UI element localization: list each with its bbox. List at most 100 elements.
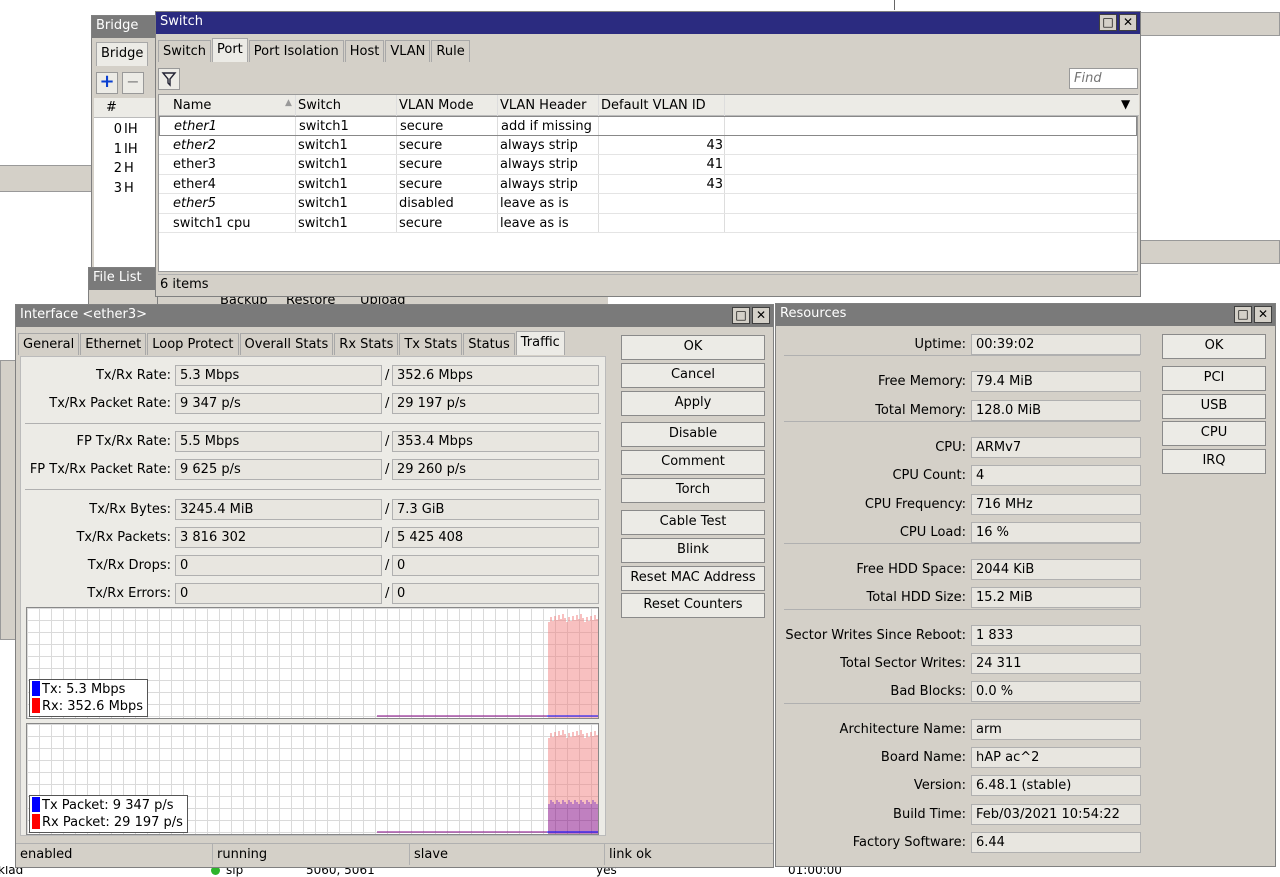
- reset-mac-address-button[interactable]: Reset MAC Address: [621, 566, 765, 591]
- tab-traffic[interactable]: Traffic: [515, 331, 565, 355]
- bridge-row-flags: H: [124, 161, 134, 176]
- port-vlan-mode: secure: [399, 176, 443, 192]
- tab-bridge[interactable]: Bridge: [96, 42, 149, 66]
- res-value-factory-software: 6.44: [971, 831, 1141, 853]
- res-ok-button[interactable]: OK: [1162, 334, 1266, 359]
- remove-icon[interactable]: −: [122, 72, 144, 94]
- status-running: running: [212, 843, 409, 865]
- cable-test-button[interactable]: Cable Test: [621, 510, 765, 535]
- tab-general[interactable]: General: [18, 333, 80, 355]
- res-label-cpu-frequency: CPU Frequency:: [864, 496, 966, 512]
- stat-rx-tx-rx-errors: 0: [392, 583, 599, 604]
- col-vlan-mode[interactable]: VLAN Mode: [399, 98, 474, 113]
- table-row[interactable]: 0 IH: [94, 120, 160, 140]
- col-default-vlan-id[interactable]: Default VLAN ID: [601, 98, 706, 113]
- torch-button[interactable]: Torch: [621, 478, 765, 503]
- port-switch: switch1: [298, 176, 348, 192]
- table-row[interactable]: switch1 cpu switch1 secure leave as is: [159, 214, 1137, 233]
- table-row[interactable]: 3H: [94, 179, 160, 199]
- close-icon[interactable]: ✕: [1254, 306, 1272, 323]
- res-value-version: 6.48.1 (stable): [971, 775, 1141, 797]
- background-panel-left: [0, 165, 92, 192]
- res-label-total-sector-writes: Total Sector Writes:: [840, 656, 966, 671]
- stat-rx-tx-rx-rate: 352.6 Mbps: [392, 365, 599, 386]
- find-input[interactable]: [1069, 68, 1138, 89]
- maximize-icon[interactable]: □: [1099, 14, 1117, 31]
- interface-window: Interface <ether3> □ ✕ General Ethernet Lo…: [15, 304, 774, 868]
- res-label-cpu-count: CPU Count:: [892, 468, 966, 484]
- disable-button[interactable]: Disable: [621, 422, 765, 447]
- ok-button[interactable]: OK: [621, 335, 765, 360]
- port-switch: switch1: [299, 119, 349, 134]
- res-pci-button[interactable]: PCI: [1162, 366, 1266, 391]
- stat-label-tx-rx-bytes: Tx/Rx Bytes:: [89, 502, 171, 517]
- tab-host[interactable]: Host: [344, 40, 385, 62]
- blink-button[interactable]: Blink: [621, 538, 765, 563]
- resources-window: Resources □ ✕ Uptime: 00:39:02 Free Memory…: [775, 303, 1276, 867]
- apply-button[interactable]: Apply: [621, 391, 765, 416]
- tab-tx-stats[interactable]: Tx Stats: [399, 333, 463, 355]
- group-separator: [784, 608, 1140, 610]
- port-vlan-mode: secure: [399, 157, 443, 172]
- port-vlan-header: leave as is: [500, 196, 569, 211]
- port-vlan-header: leave as is: [500, 215, 569, 231]
- table-row[interactable]: 1 IH: [94, 140, 160, 160]
- add-icon[interactable]: +: [96, 72, 118, 94]
- port-default-vlan-id: 43: [706, 137, 723, 153]
- port-name: switch1 cpu: [173, 215, 251, 231]
- comment-button[interactable]: Comment: [621, 450, 765, 475]
- stat-label-fp-tx-rx-rate: FP Tx/Rx Rate:: [76, 434, 171, 449]
- tab-ethernet[interactable]: Ethernet: [80, 333, 147, 355]
- tab-rule[interactable]: Rule: [431, 40, 470, 62]
- maximize-icon[interactable]: □: [732, 307, 750, 324]
- table-row[interactable]: 2H: [94, 159, 160, 179]
- close-icon[interactable]: ✕: [752, 307, 770, 324]
- tab-port[interactable]: Port: [211, 38, 248, 62]
- tab-rx-stats[interactable]: Rx Stats: [334, 333, 399, 355]
- maximize-icon[interactable]: □: [1234, 306, 1252, 323]
- res-irq-button[interactable]: IRQ: [1162, 449, 1266, 474]
- col-switch[interactable]: Switch: [298, 98, 341, 113]
- slash: /: [385, 396, 390, 411]
- column-menu-icon[interactable]: ▼: [1121, 97, 1130, 111]
- res-value-bad-blocks: 0.0 %: [971, 681, 1141, 703]
- close-icon[interactable]: ✕: [1119, 14, 1137, 31]
- res-label-board-name: Board Name:: [880, 749, 966, 765]
- cancel-button[interactable]: Cancel: [621, 363, 765, 388]
- tab-switch[interactable]: Switch: [158, 40, 211, 62]
- filter-icon[interactable]: [158, 68, 180, 90]
- res-label-cpu: CPU:: [935, 439, 966, 455]
- res-value-build-time: Feb/03/2021 10:54:22: [971, 803, 1141, 825]
- stat-label-tx-rx-errors: Tx/Rx Errors:: [87, 586, 171, 601]
- tab-loop-protect[interactable]: Loop Protect: [147, 333, 239, 355]
- col-name[interactable]: Name: [173, 98, 211, 113]
- tab-status[interactable]: Status: [463, 333, 515, 355]
- stat-tx-fp-tx-rx-rate: 5.5 Mbps: [175, 431, 382, 452]
- bridge-row-flags: H: [124, 180, 134, 196]
- table-row[interactable]: ether5 switch1 disabled leave as is: [159, 194, 1137, 214]
- stat-tx-tx-rx-bytes: 3245.4 MiB: [175, 499, 382, 520]
- port-switch: switch1: [298, 196, 348, 211]
- stat-rx-fp-tx-rx-packet-rate: 29 260 p/s: [392, 459, 599, 480]
- file-list-title: File List: [89, 268, 157, 290]
- res-usb-button[interactable]: USB: [1162, 394, 1266, 419]
- table-row[interactable]: ether3 switch1 secure always strip 41: [159, 155, 1137, 175]
- tx-packet-legend: Tx Packet: 9 347 p/s: [42, 798, 174, 813]
- col-vlan-header[interactable]: VLAN Header: [500, 98, 587, 113]
- table-row[interactable]: ether1 switch1 secure add if missing: [159, 116, 1137, 136]
- packet-graph: Tx Packet: 9 347 p/s Rx Packet: 29 197 p…: [26, 723, 599, 835]
- reset-counters-button[interactable]: Reset Counters: [621, 593, 765, 618]
- table-row[interactable]: ether4 switch1 secure always strip 43: [159, 175, 1137, 194]
- stat-tx-tx-rx-rate: 5.3 Mbps: [175, 365, 382, 386]
- res-cpu-button[interactable]: CPU: [1162, 421, 1266, 446]
- tab-vlan[interactable]: VLAN: [385, 40, 431, 62]
- stat-tx-tx-rx-drops: 0: [175, 555, 382, 576]
- res-label-free-memory: Free Memory:: [877, 374, 966, 390]
- tab-port-isolation[interactable]: Port Isolation: [248, 40, 344, 62]
- group-separator: [784, 702, 1140, 704]
- table-row[interactable]: ether2 switch1 secure always strip 43: [159, 136, 1137, 155]
- res-value-cpu: ARMv7: [971, 436, 1141, 458]
- tab-overall-stats[interactable]: Overall Stats: [239, 333, 334, 355]
- res-label-bad-blocks: Bad Blocks:: [890, 684, 966, 700]
- res-value-board-name: hAP ac^2: [971, 746, 1141, 768]
